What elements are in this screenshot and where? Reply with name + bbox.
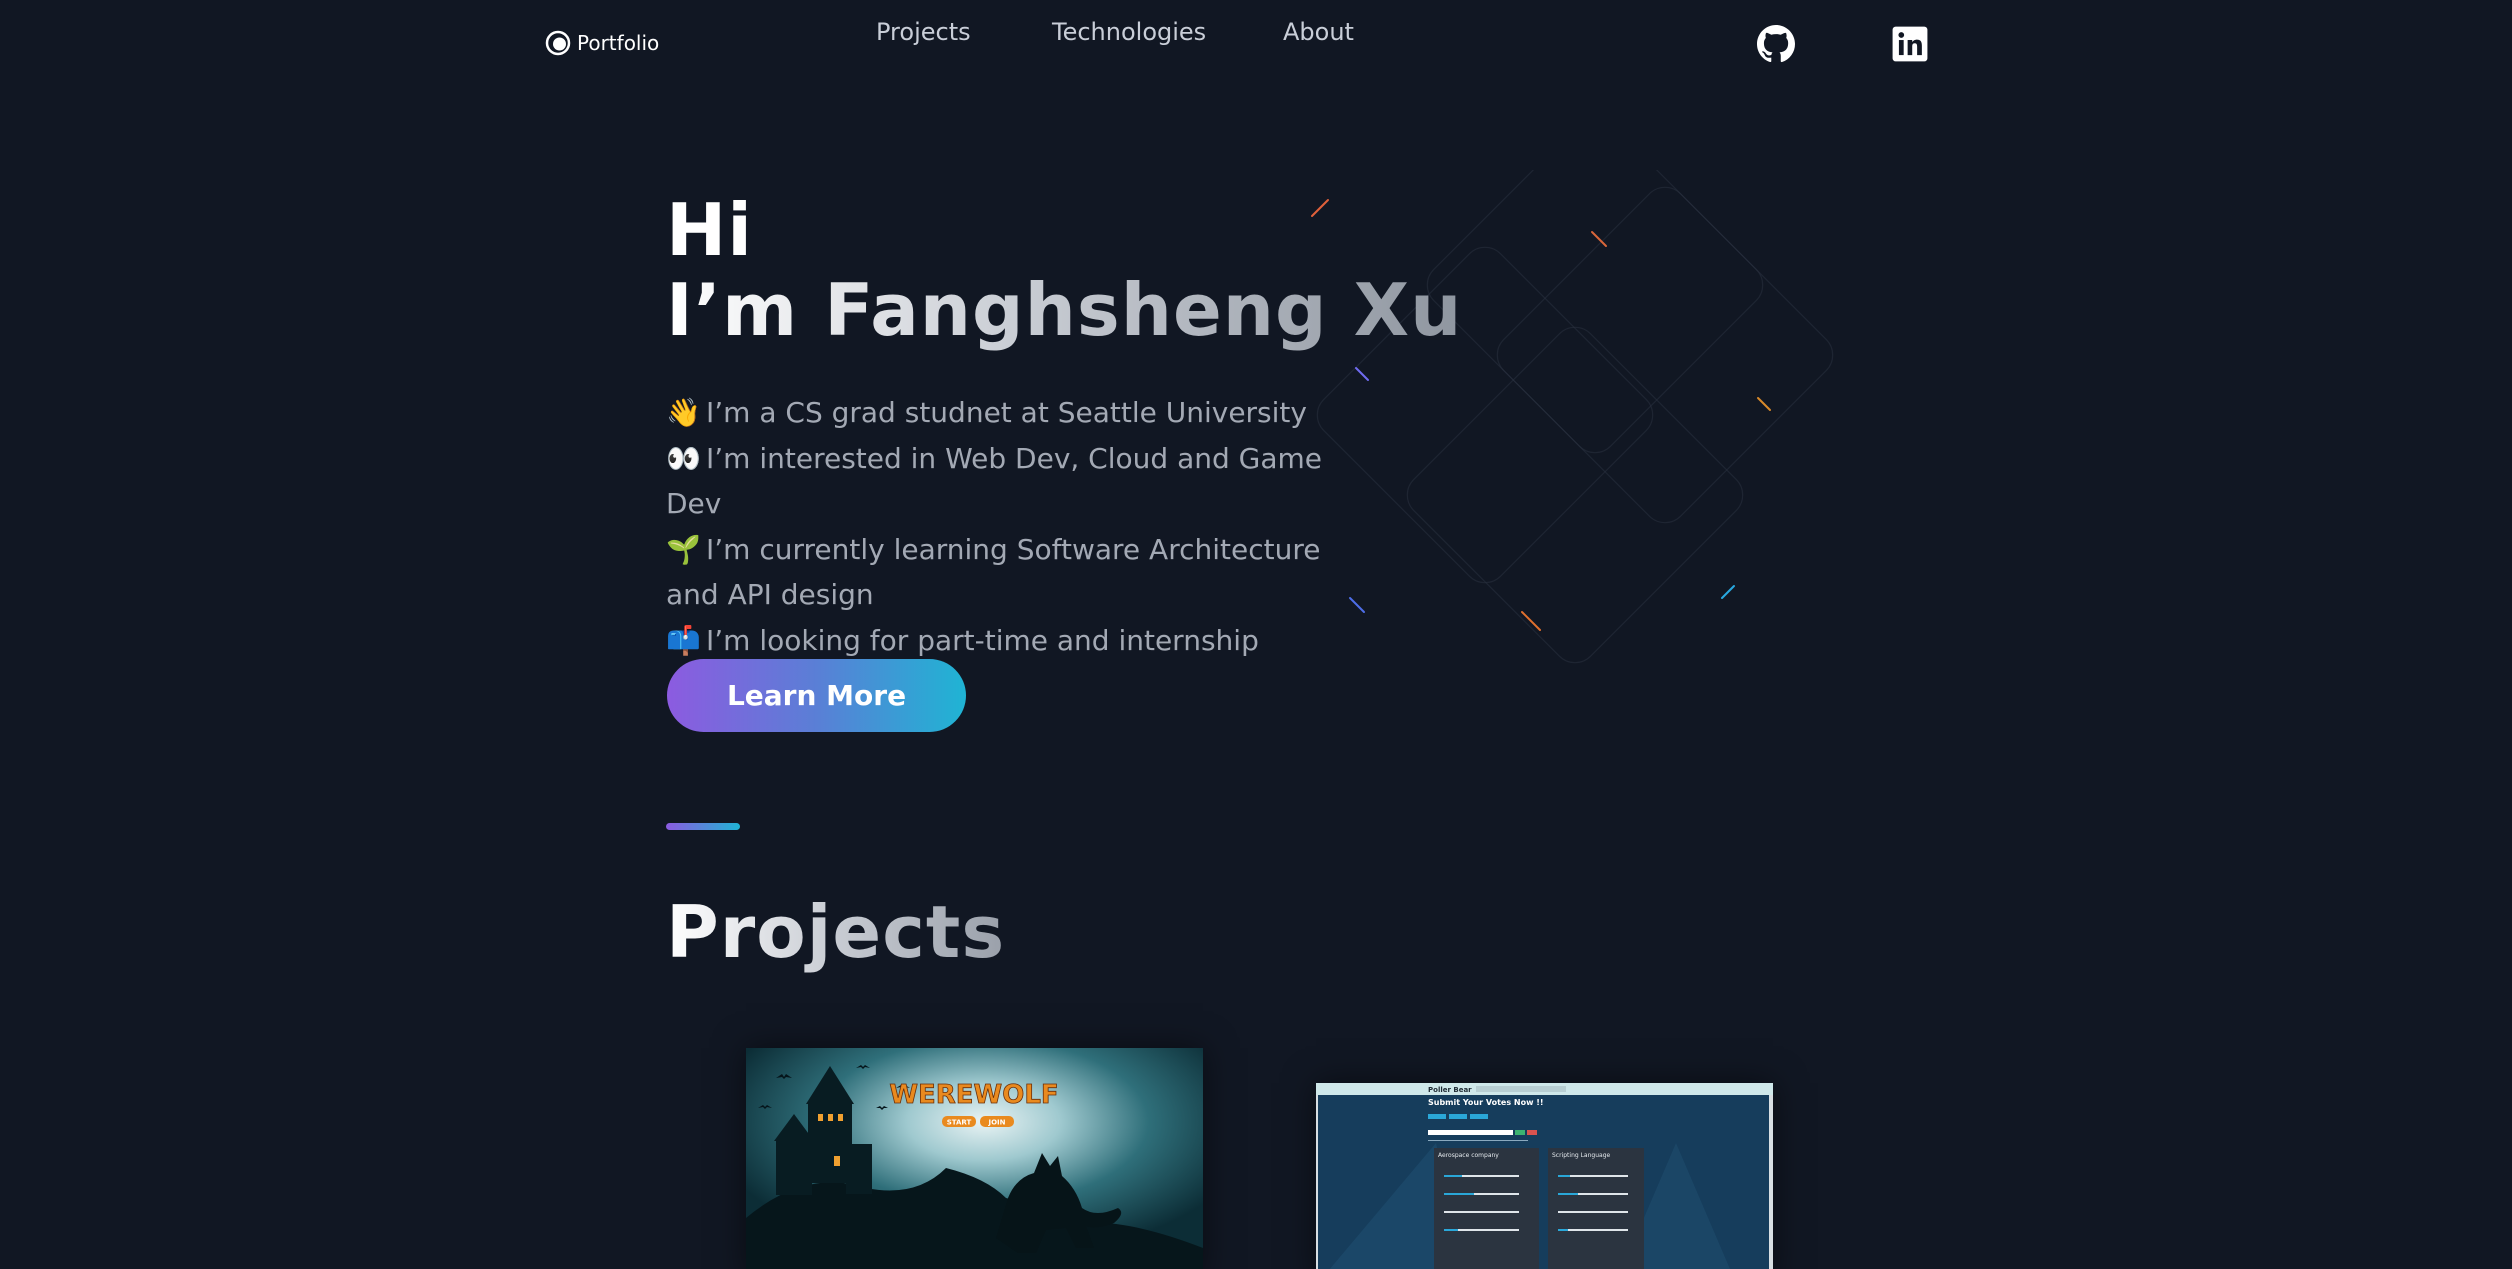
poller-panel-2-title: Scripting Language xyxy=(1552,1152,1611,1159)
poller-app-name: Poller Bear xyxy=(1428,1086,1472,1094)
werewolf-start-label: START xyxy=(947,1119,972,1127)
github-icon xyxy=(1757,25,1795,63)
hero-name: I’m Fanghsheng Xu xyxy=(666,268,1463,352)
linkedin-icon xyxy=(1892,26,1928,62)
intro-item: 👀 I’m interested in Web Dev, Cloud and Ga… xyxy=(666,436,1366,527)
intro-item-text: I’m a CS grad studnet at Seattle Univers… xyxy=(706,396,1307,429)
poller-heading: Submit Your Votes Now !! xyxy=(1428,1098,1544,1107)
projects-section-title: Projects xyxy=(666,890,1006,974)
nav-link-projects[interactable]: Projects xyxy=(876,18,971,46)
seedling-icon: 🌱 xyxy=(666,532,701,566)
portfolio-page: Portfolio Projects Technologies About Hi… xyxy=(0,0,2512,1269)
project-card-werewolf[interactable]: WEREWOLF START JOIN xyxy=(746,1048,1203,1269)
werewolf-join-label: JOIN xyxy=(987,1119,1005,1127)
eyes-icon: 👀 xyxy=(666,441,701,475)
nav-link-about[interactable]: About xyxy=(1283,18,1354,46)
waving-hand-icon: 👋 xyxy=(666,396,701,429)
intro-item: 👋 I’m a CS grad studnet at Seattle Univer… xyxy=(666,390,1366,436)
intro-item-text: I’m interested in Web Dev, Cloud and Gam… xyxy=(666,441,1322,521)
intro-item-text: I’m looking for part-time and internship xyxy=(706,623,1259,657)
hero-greeting: Hi xyxy=(666,188,753,272)
intro-item: 📫 I’m looking for part-time and internshi… xyxy=(666,618,1366,664)
learn-more-button[interactable]: Learn More xyxy=(667,659,966,732)
intro-item-text: I’m currently learning Software Architec… xyxy=(666,532,1321,612)
mailbox-icon: 📫 xyxy=(666,623,701,657)
intro-item: 🌱 I’m currently learning Software Archite… xyxy=(666,527,1366,618)
section-divider xyxy=(666,823,740,830)
main-nav: Projects Technologies About xyxy=(0,18,2512,54)
werewolf-title: WEREWOLF xyxy=(889,1080,1058,1110)
project-card-poller-bear[interactable]: Poller Bear Submit Your Votes Now !! Aer… xyxy=(1316,1083,1773,1269)
werewolf-thumbnail: WEREWOLF START JOIN xyxy=(746,1048,1203,1269)
poller-bear-thumbnail: Poller Bear Submit Your Votes Now !! Aer… xyxy=(1316,1083,1773,1269)
intro-list: 👋 I’m a CS grad studnet at Seattle Univer… xyxy=(666,390,1366,663)
linkedin-link[interactable] xyxy=(1891,25,1929,63)
github-link[interactable] xyxy=(1757,25,1795,63)
poller-panel-1-title: Aerospace company xyxy=(1438,1152,1499,1159)
background-grid-decoration xyxy=(1311,170,1834,664)
nav-link-technologies[interactable]: Technologies xyxy=(1052,18,1206,46)
